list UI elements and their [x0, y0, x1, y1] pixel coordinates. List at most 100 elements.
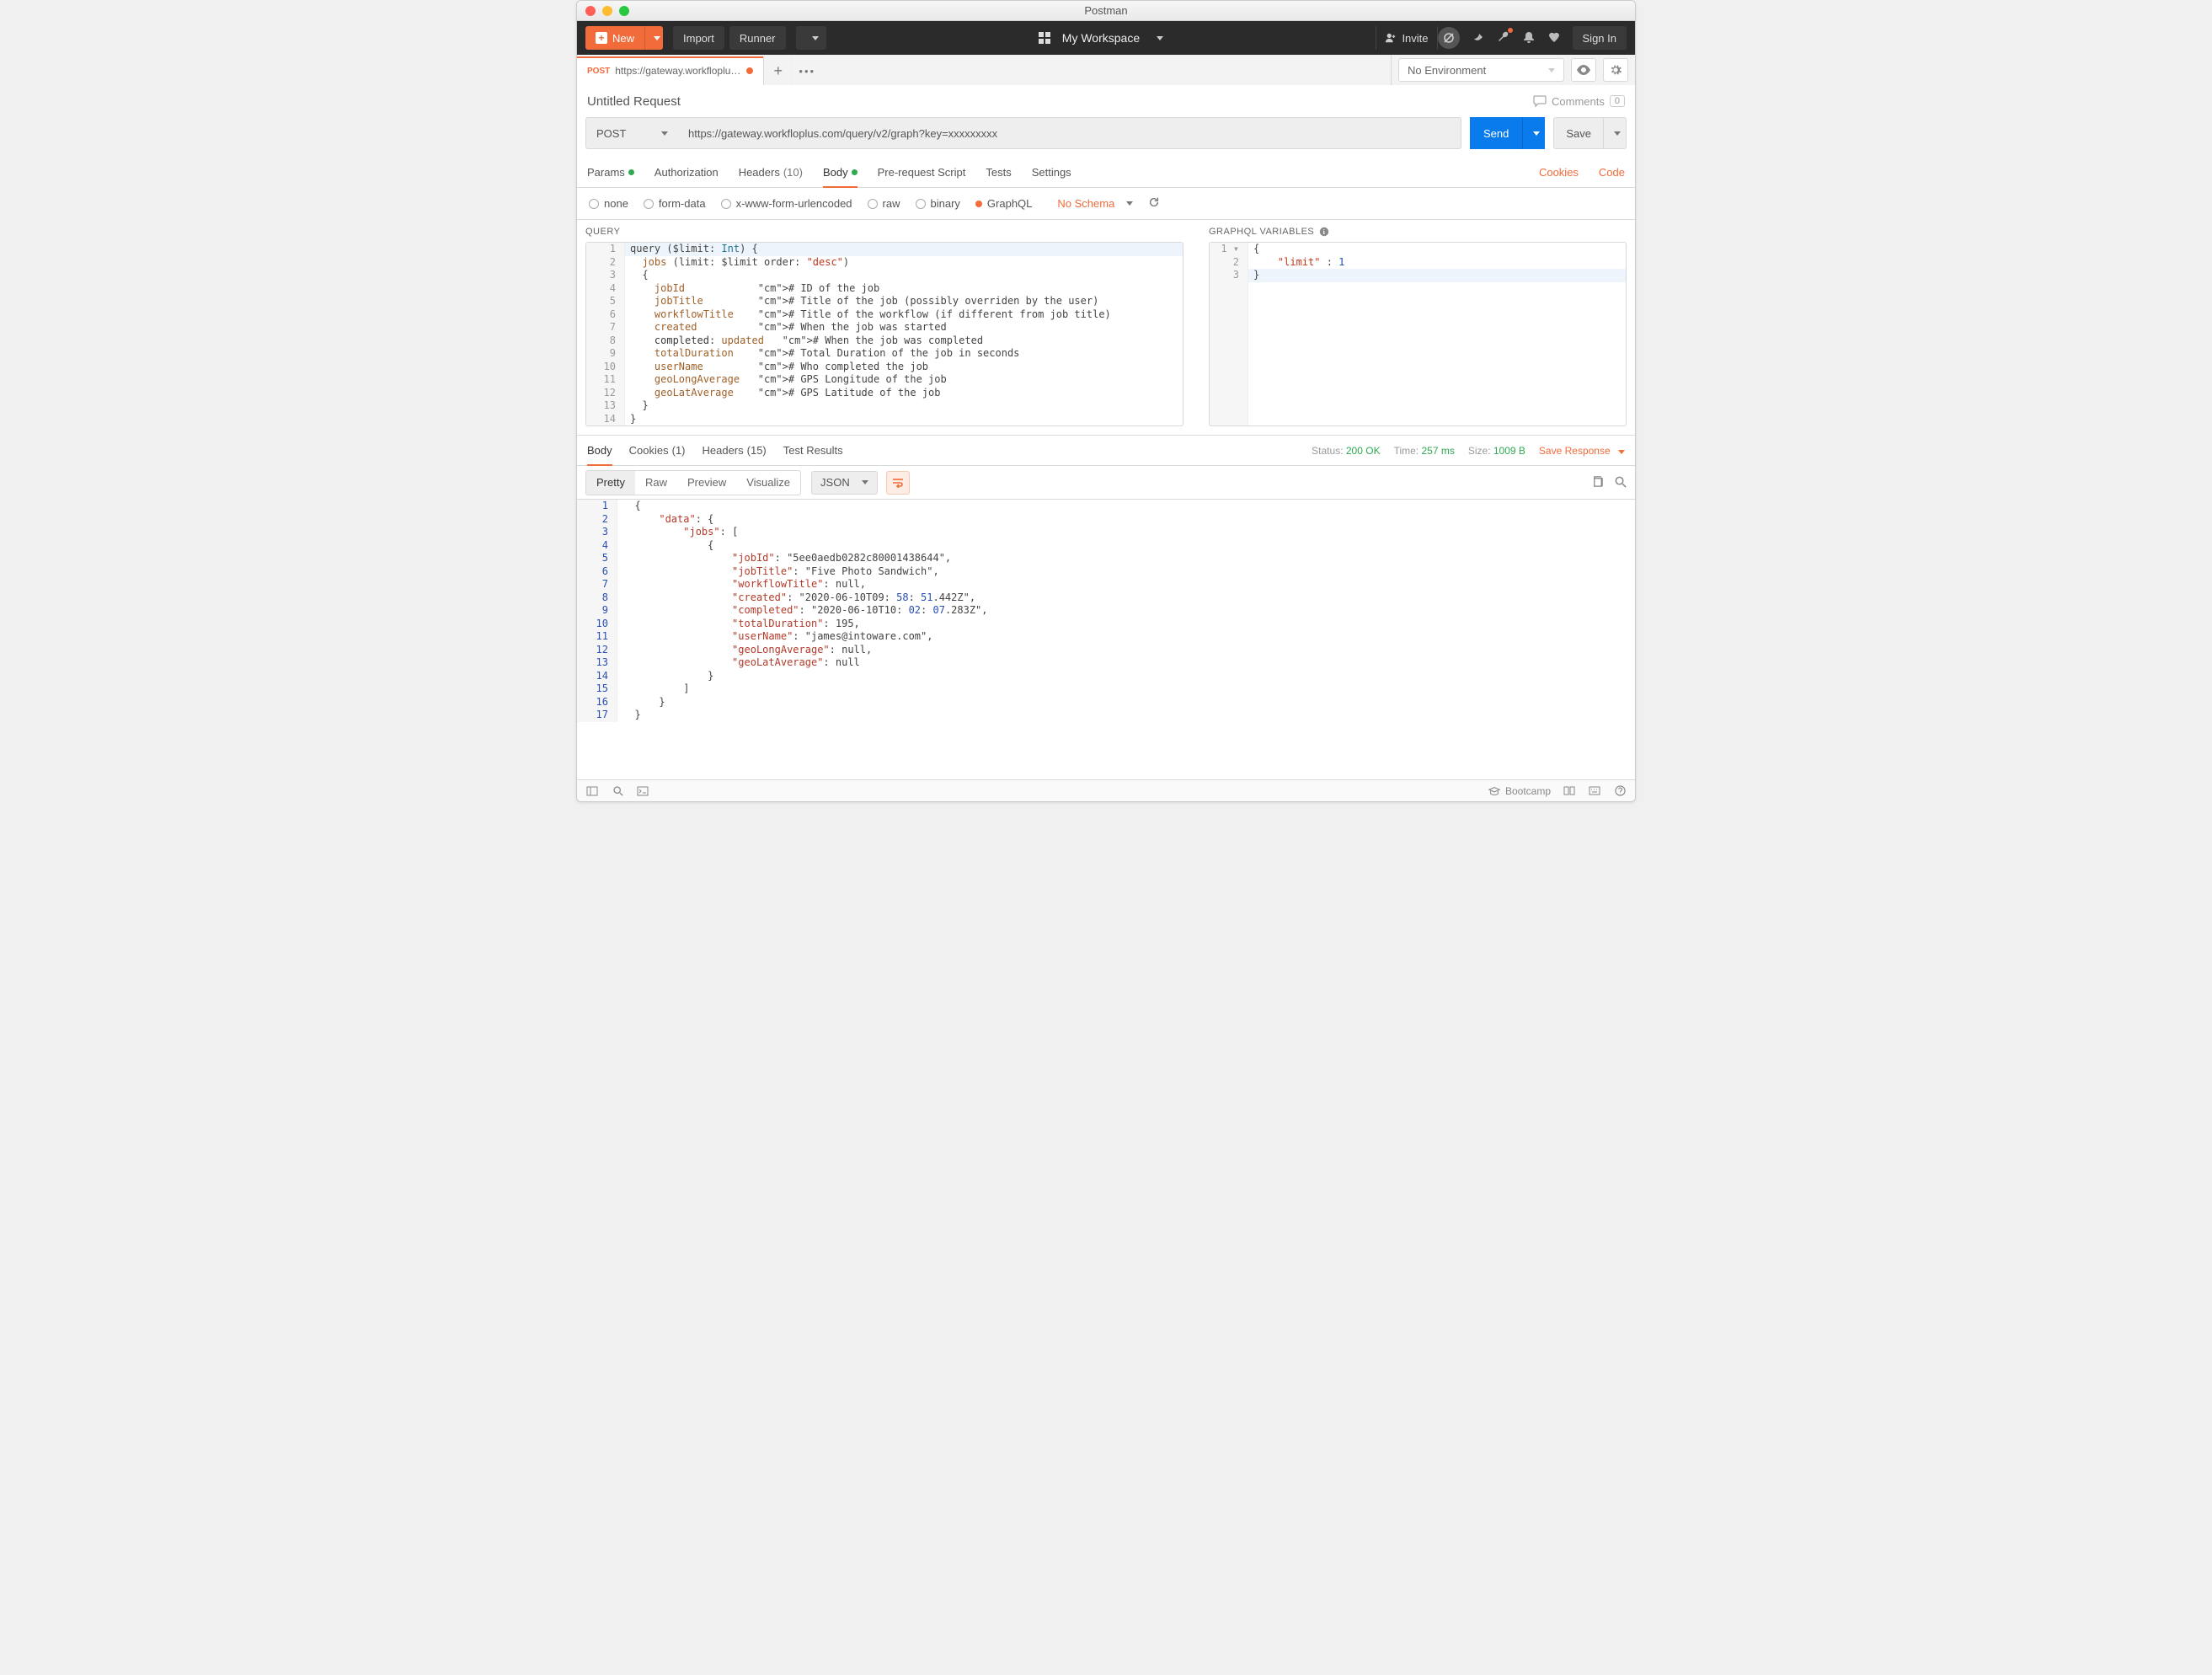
- format-select[interactable]: JSON: [811, 471, 878, 495]
- tab-prerequest[interactable]: Pre-request Script: [878, 158, 966, 187]
- request-title[interactable]: Untitled Request: [587, 94, 681, 109]
- titlebar: Postman: [577, 1, 1635, 21]
- request-tab[interactable]: POST https://gateway.workfloplus.c...: [577, 56, 764, 85]
- resp-tab-headers[interactable]: Headers(15): [703, 436, 767, 465]
- console-button[interactable]: [636, 784, 649, 798]
- send-button[interactable]: Send: [1470, 117, 1545, 149]
- unsaved-indicator-icon: [746, 67, 753, 74]
- radio-binary[interactable]: binary: [916, 197, 960, 210]
- send-button-label: Send: [1470, 117, 1523, 149]
- bell-icon[interactable]: [1522, 30, 1536, 46]
- tab-body[interactable]: Body: [823, 158, 858, 187]
- save-dropdown-button[interactable]: [1604, 131, 1626, 136]
- response-tabs: Body Cookies(1) Headers(15) Test Results…: [577, 436, 1635, 466]
- request-title-row: Untitled Request Comments 0: [577, 85, 1635, 117]
- layout-button[interactable]: [1563, 784, 1576, 798]
- signin-button[interactable]: Sign In: [1573, 26, 1627, 50]
- settings-button[interactable]: [1603, 58, 1628, 82]
- resp-tab-tests[interactable]: Test Results: [783, 436, 843, 465]
- workspace-label: My Workspace: [1062, 31, 1140, 45]
- variables-editor-box[interactable]: 1 ▾{2 "limit" : 13}: [1209, 242, 1627, 426]
- query-editor-box[interactable]: 1query ($limit: Int) {2 jobs (limit: $li…: [585, 242, 1183, 426]
- runner-button[interactable]: Runner: [729, 26, 786, 50]
- url-input[interactable]: [678, 117, 1461, 149]
- params-indicator-icon: [628, 169, 634, 175]
- environment-selected-label: No Environment: [1408, 64, 1486, 77]
- tab-row: POST https://gateway.workfloplus.c... + …: [577, 55, 1635, 85]
- tab-headers[interactable]: Headers(10): [739, 158, 803, 187]
- chevron-down-icon: [862, 480, 868, 484]
- keyboard-shortcuts-button[interactable]: [1588, 784, 1601, 798]
- body-indicator-icon: [852, 169, 858, 175]
- app-header: + New Import Runner My Workspace Invite: [577, 21, 1635, 55]
- radio-none[interactable]: none: [589, 197, 628, 210]
- tab-params[interactable]: Params: [587, 158, 634, 187]
- view-visualize[interactable]: Visualize: [736, 471, 800, 495]
- radio-xwww[interactable]: x-www-form-urlencoded: [721, 197, 852, 210]
- response-body[interactable]: 1 {2 "data": {3 "jobs": [4 {5 "jobId": "…: [577, 500, 1635, 779]
- view-preview[interactable]: Preview: [677, 471, 736, 495]
- environment-panel: No Environment: [1391, 55, 1635, 85]
- environment-quicklook-button[interactable]: [1571, 58, 1596, 82]
- response-meta: Status: 200 OK Time: 257 ms Size: 1009 B…: [1312, 445, 1625, 457]
- chevron-down-icon: [1157, 36, 1163, 40]
- search-response-button[interactable]: [1614, 475, 1627, 490]
- svg-text:i: i: [1323, 228, 1326, 236]
- view-raw[interactable]: Raw: [635, 471, 677, 495]
- tab-authorization[interactable]: Authorization: [655, 158, 719, 187]
- bootcamp-button[interactable]: Bootcamp: [1488, 785, 1551, 797]
- refresh-schema-button[interactable]: [1148, 196, 1160, 211]
- tab-label: https://gateway.workfloplus.c...: [615, 65, 741, 77]
- workspace-selector[interactable]: My Workspace: [826, 31, 1376, 45]
- cookies-link[interactable]: Cookies: [1539, 166, 1579, 179]
- grid-icon: [1039, 32, 1050, 44]
- query-editor: QUERY 1query ($limit: Int) {2 jobs (limi…: [577, 220, 1200, 435]
- method-select[interactable]: POST: [585, 117, 678, 149]
- capture-button[interactable]: [796, 26, 826, 50]
- tab-method: POST: [587, 67, 610, 76]
- schema-select[interactable]: No Schema: [1057, 197, 1133, 210]
- tab-settings[interactable]: Settings: [1032, 158, 1071, 187]
- find-button[interactable]: [611, 784, 624, 798]
- save-response-button[interactable]: Save Response: [1539, 445, 1625, 457]
- new-dropdown-button[interactable]: [644, 26, 663, 50]
- add-tab-button[interactable]: +: [764, 56, 793, 85]
- resp-tab-cookies[interactable]: Cookies(1): [629, 436, 686, 465]
- comments-label: Comments: [1552, 95, 1605, 108]
- help-button[interactable]: [1613, 784, 1627, 798]
- info-icon[interactable]: i: [1319, 227, 1329, 237]
- sidebar-toggle-button[interactable]: [585, 784, 599, 798]
- invite-button[interactable]: Invite: [1376, 26, 1437, 50]
- proxy-icon[interactable]: [1438, 27, 1460, 49]
- status-value: 200 OK: [1346, 445, 1381, 457]
- invite-label: Invite: [1402, 32, 1428, 45]
- view-mode-segment: Pretty Raw Preview Visualize: [585, 470, 801, 495]
- copy-response-button[interactable]: [1591, 475, 1604, 490]
- code-link[interactable]: Code: [1599, 166, 1625, 179]
- radio-raw[interactable]: raw: [868, 197, 900, 210]
- comments-button[interactable]: Comments 0: [1533, 95, 1625, 108]
- content-area: Untitled Request Comments 0 POST Send Sa…: [577, 85, 1635, 779]
- satellite-icon[interactable]: [1472, 30, 1485, 46]
- heart-icon[interactable]: [1547, 30, 1561, 46]
- radio-formdata[interactable]: form-data: [644, 197, 706, 210]
- method-label: POST: [596, 127, 626, 140]
- variables-label: GRAPHQL VARIABLES i: [1200, 220, 1635, 242]
- send-dropdown-button[interactable]: [1523, 131, 1545, 136]
- resp-tab-body[interactable]: Body: [587, 436, 612, 465]
- view-pretty[interactable]: Pretty: [586, 471, 635, 495]
- environment-select[interactable]: No Environment: [1398, 58, 1564, 82]
- wrench-icon[interactable]: [1497, 30, 1510, 46]
- radio-graphql[interactable]: GraphQL: [975, 197, 1032, 210]
- chevron-down-icon: [1126, 201, 1133, 206]
- wrap-lines-button[interactable]: [886, 471, 910, 495]
- new-button[interactable]: + New: [585, 26, 644, 50]
- time-value: 257 ms: [1421, 445, 1454, 457]
- save-button[interactable]: Save: [1553, 117, 1627, 149]
- query-label: QUERY: [577, 220, 1192, 242]
- variables-editor: GRAPHQL VARIABLES i 1 ▾{2 "limit" : 13}: [1200, 220, 1635, 435]
- tab-options-button[interactable]: •••: [793, 56, 821, 85]
- tab-tests[interactable]: Tests: [986, 158, 1011, 187]
- import-button[interactable]: Import: [673, 26, 724, 50]
- body-type-row: none form-data x-www-form-urlencoded raw…: [577, 188, 1635, 220]
